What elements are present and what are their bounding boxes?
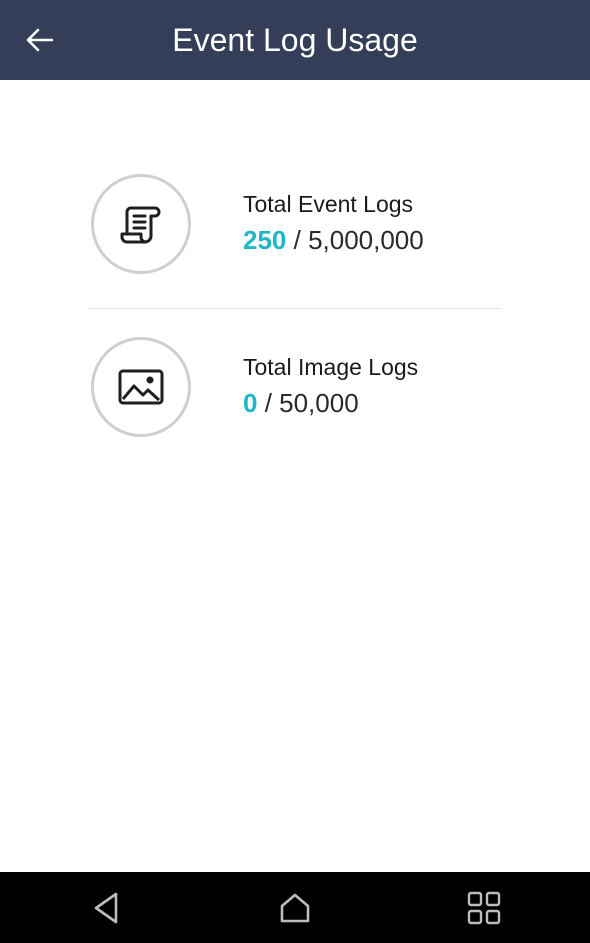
event-logs-label: Total Event Logs (243, 191, 414, 217)
nav-recent-apps-button[interactable] (462, 886, 506, 930)
event-logs-value: 250 / 5,000,000 (243, 222, 424, 258)
image-logs-text: Total Image Logs 0 / 50,000 (243, 351, 418, 421)
image-logs-label: Total Image Logs (243, 354, 419, 380)
usage-content: Total Event Logs 250 / 5,000,000 Total I… (0, 80, 590, 872)
home-icon (280, 893, 310, 923)
event-logs-used: 250 (243, 225, 287, 255)
image-logs-value: 0 / 50,000 (243, 385, 418, 421)
page-title: Event Log Usage (172, 22, 418, 58)
triangle-back-icon (94, 892, 118, 924)
nav-home-button[interactable] (273, 886, 317, 930)
event-logs-stat: Total Event Logs 250 / 5,000,000 (88, 168, 502, 288)
event-logs-separator: / (286, 225, 309, 255)
event-logs-text: Total Event Logs 250 / 5,000,000 (243, 188, 424, 258)
system-nav-bar (0, 872, 590, 943)
image-logs-stat: Total Image Logs 0 / 50,000 (88, 331, 502, 451)
grid-recent-apps-icon (467, 891, 501, 925)
event-logs-limit: 5,000,000 (308, 225, 424, 255)
stat-divider (88, 308, 502, 309)
event-logs-icon-circle (91, 174, 191, 274)
scroll-document-icon (120, 206, 161, 244)
image-logs-used: 0 (243, 388, 258, 418)
back-button[interactable] (20, 20, 60, 60)
image-logs-separator: / (257, 388, 280, 418)
image-logs-icon-circle (91, 337, 191, 437)
app-header: Event Log Usage (0, 0, 590, 80)
app-screen: Event Log Usage Total Event Logs 250 / 5… (0, 0, 590, 943)
arrow-left-icon (26, 28, 54, 52)
image-logs-limit: 50,000 (279, 388, 359, 418)
nav-back-button[interactable] (84, 886, 128, 930)
image-icon (118, 369, 164, 405)
